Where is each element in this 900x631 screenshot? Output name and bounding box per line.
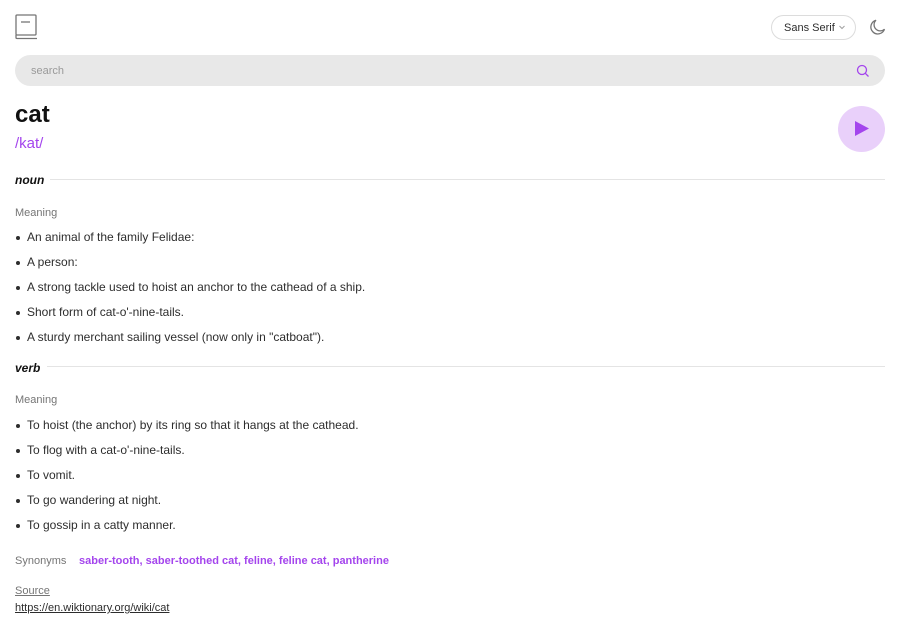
definition-item: An animal of the family Felidae: [15, 230, 715, 255]
play-button[interactable] [838, 106, 885, 152]
divider [50, 179, 885, 180]
synonym-link[interactable]: saber-toothed cat [146, 555, 238, 567]
bullet [16, 311, 20, 315]
definition-item: To vomit. [15, 468, 715, 493]
synonyms-list: saber-tooth, saber-toothed cat, feline, … [79, 555, 389, 567]
search-input[interactable] [15, 55, 835, 86]
definition-item: To flog with a cat-o'-nine-tails. [15, 443, 715, 468]
part-of-speech-noun: noun [15, 173, 45, 187]
search-bar [15, 55, 885, 86]
definition-item: To hoist (the anchor) by its ring so tha… [15, 418, 715, 443]
synonym-link[interactable]: pantherine [333, 555, 389, 567]
meaning-label: Meaning [15, 394, 58, 406]
bullet [16, 286, 20, 290]
font-select[interactable]: Sans Serif [771, 15, 856, 40]
definition-item: A strong tackle used to hoist an anchor … [15, 280, 715, 305]
verb-definitions: To hoist (the anchor) by its ring so tha… [15, 418, 715, 543]
moon-icon[interactable] [869, 18, 887, 36]
definition-item: To go wandering at night. [15, 493, 715, 518]
source-label: Source [15, 585, 50, 597]
definition-item: A sturdy merchant sailing vessel (now on… [15, 330, 715, 355]
phonetic: /kat/ [15, 135, 44, 152]
part-of-speech-verb: verb [15, 361, 41, 375]
meaning-label: Meaning [15, 207, 58, 219]
bullet [16, 261, 20, 265]
definition-item: A person: [15, 255, 715, 280]
definition-item: Short form of cat-o'-nine-tails. [15, 305, 715, 330]
bullet [16, 449, 20, 453]
play-icon [855, 121, 869, 136]
header: Sans Serif [15, 14, 887, 42]
bullet [16, 499, 20, 503]
synonym-link[interactable]: feline [244, 555, 273, 567]
noun-definitions: An animal of the family Felidae: A perso… [15, 230, 715, 355]
synonym-link[interactable]: saber-tooth [79, 555, 140, 567]
book-icon[interactable] [15, 14, 39, 40]
font-select-value: Sans Serif [784, 21, 835, 34]
synonym-link[interactable]: feline cat [279, 555, 327, 567]
bullet [16, 336, 20, 340]
definition-item: To gossip in a catty manner. [15, 518, 715, 543]
bullet [16, 474, 20, 478]
bullet [16, 236, 20, 240]
source-link[interactable]: https://en.wiktionary.org/wiki/cat [15, 602, 169, 614]
word-title: cat [15, 101, 50, 128]
divider [47, 366, 885, 367]
chevron-down-icon [839, 25, 845, 30]
search-icon[interactable] [856, 64, 870, 78]
synonyms-label: Synonyms [15, 555, 67, 567]
bullet [16, 524, 20, 528]
bullet [16, 424, 20, 428]
